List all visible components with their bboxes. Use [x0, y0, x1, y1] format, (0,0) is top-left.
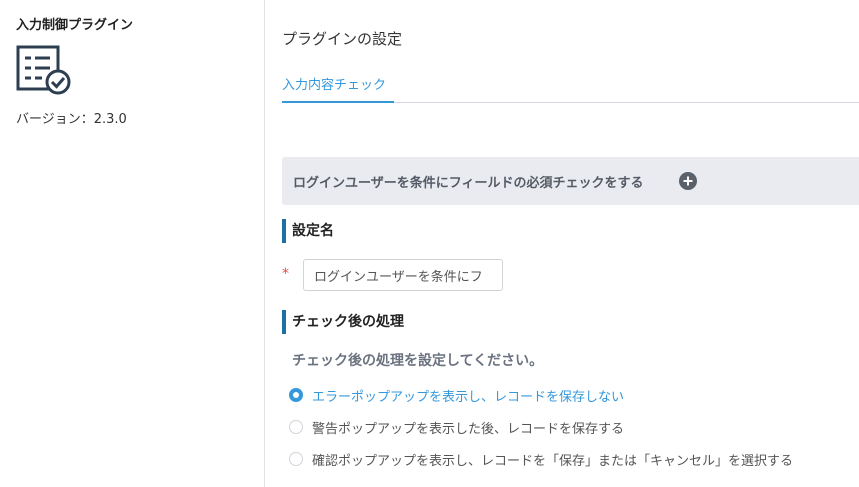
radio-option-confirm[interactable]: 確認ポップアップを表示し、レコードを「保存」または「キャンセル」を選択する: [289, 449, 793, 469]
post-check-title: チェック後の処理: [282, 310, 404, 334]
radio-button[interactable]: [289, 452, 303, 466]
radio-button[interactable]: [289, 420, 303, 434]
plugin-version: バージョン：2.3.0: [16, 112, 127, 127]
plugin-name: 入力制御プラグイン: [16, 18, 134, 33]
page-title: プラグインの設定: [282, 30, 403, 48]
radio-option-warning[interactable]: 警告ポップアップを表示した後、レコードを保存する: [289, 417, 624, 437]
radio-label: 確認ポップアップを表示し、レコードを「保存」または「キャンセル」を選択する: [312, 453, 794, 469]
radio-label: エラーポップアップを表示し、レコードを保存しない: [312, 389, 625, 405]
required-mark: *: [282, 266, 289, 282]
radio-label: 警告ポップアップを表示した後、レコードを保存する: [312, 421, 625, 437]
condition-section-header: ログインユーザーを条件にフィールドの必須チェックをする: [282, 157, 859, 205]
checklist-icon: [16, 45, 71, 95]
tab-bar: 入力内容チェック: [282, 70, 859, 103]
radio-button[interactable]: [289, 388, 303, 402]
section-header-label: ログインユーザーを条件にフィールドの必須チェックをする: [293, 176, 644, 191]
setting-name-title: 設定名: [282, 219, 334, 243]
post-check-instruction: チェック後の処理を設定してください。: [292, 353, 544, 369]
plus-circle-icon[interactable]: [679, 172, 697, 190]
radio-option-error[interactable]: エラーポップアップを表示し、レコードを保存しない: [289, 385, 624, 405]
tab-input-check[interactable]: 入力内容チェック: [282, 70, 394, 103]
plugin-info-panel: 入力制御プラグイン バージョン：2.3.0: [0, 0, 265, 487]
setting-name-input[interactable]: [303, 259, 503, 291]
